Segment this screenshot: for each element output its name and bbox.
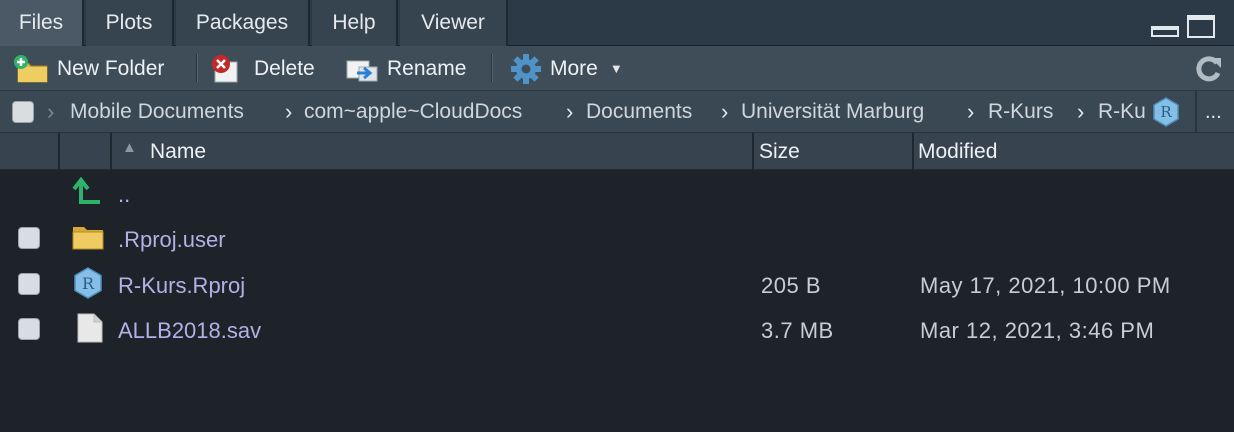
dropdown-caret-icon: ▼	[609, 61, 623, 76]
files-toolbar: New Folder Delete Rename More ▼	[0, 46, 1234, 91]
gear-icon	[511, 53, 541, 84]
row-checkbox[interactable]	[18, 273, 40, 295]
chevron-right-icon: ›	[967, 99, 975, 124]
tab-packages-label: Packages	[195, 11, 289, 34]
chevron-right-icon: ›	[721, 99, 729, 124]
folder-icon	[72, 227, 104, 250]
breadcrumb-item[interactable]: Documents	[586, 91, 692, 133]
breadcrumb-item[interactable]: Universität Marburg	[741, 91, 924, 133]
tab-plots[interactable]: Plots	[86, 0, 174, 46]
toolbar-divider	[1195, 91, 1197, 133]
tab-files[interactable]: Files	[0, 0, 84, 46]
file-size: 3.7 MB	[761, 318, 834, 343]
file-name-link[interactable]: .Rproj.user	[118, 227, 226, 253]
header-icon-column	[60, 133, 112, 170]
column-header-name[interactable]: Name	[150, 133, 206, 170]
breadcrumb-overflow-button[interactable]: ...	[1205, 91, 1222, 133]
svg-text:R: R	[82, 274, 95, 293]
column-header-modified[interactable]: Modified	[918, 133, 997, 170]
file-size: 205 B	[761, 273, 821, 298]
refresh-icon[interactable]	[1193, 54, 1225, 84]
select-all-checkbox[interactable]	[12, 101, 34, 123]
toolbar-divider	[491, 54, 493, 82]
new-folder-label: New Folder	[57, 56, 165, 80]
sort-ascending-icon: ▲	[122, 139, 137, 156]
file-name-link[interactable]: ..	[118, 182, 130, 208]
pane-tabbar: Files Plots Packages Help Viewer	[0, 0, 1234, 46]
delete-icon	[212, 54, 238, 82]
file-modified-date: Mar 12, 2021, 3:46 PM	[920, 318, 1155, 343]
row-checkbox[interactable]	[18, 227, 40, 249]
breadcrumb-item[interactable]: R-Kurs	[988, 91, 1053, 133]
rproject-icon: R	[1153, 97, 1179, 127]
header-name-column[interactable]: ▲	[112, 133, 754, 170]
file-name-link[interactable]: R-Kurs.Rproj	[118, 273, 245, 299]
delete-label: Delete	[254, 56, 315, 80]
chevron-right-icon: ›	[1077, 99, 1085, 124]
toolbar-divider	[196, 54, 198, 82]
tab-viewer-label: Viewer	[421, 11, 485, 34]
tab-help-label: Help	[332, 11, 376, 34]
breadcrumb-item[interactable]: com~apple~CloudDocs	[304, 91, 522, 133]
maximize-pane-icon[interactable]	[1186, 14, 1218, 40]
tab-files-label: Files	[18, 11, 64, 34]
tab-packages[interactable]: Packages	[176, 0, 310, 46]
rename-icon	[346, 60, 378, 81]
row-checkbox[interactable]	[18, 318, 40, 340]
new-folder-icon	[14, 54, 48, 82]
chevron-right-icon: ›	[47, 99, 55, 124]
more-label: More	[550, 56, 598, 80]
rproject-icon: R	[74, 267, 102, 299]
file-name-link[interactable]: ALLB2018.sav	[118, 318, 261, 344]
rename-label: Rename	[387, 56, 467, 80]
breadcrumb-item-current[interactable]: R-Ku	[1098, 91, 1156, 133]
delete-button[interactable]: Delete	[209, 46, 315, 91]
minimize-pane-icon[interactable]	[1150, 14, 1182, 38]
header-checkbox-column	[0, 133, 60, 170]
tab-plots-label: Plots	[105, 11, 153, 34]
file-list-header: ▲ Name Size Modified	[0, 133, 1234, 170]
new-folder-button[interactable]: New Folder	[12, 46, 164, 91]
chevron-right-icon: ›	[566, 99, 574, 124]
go-up-arrow-icon	[72, 176, 100, 204]
column-header-size[interactable]: Size	[759, 133, 800, 170]
tab-help[interactable]: Help	[312, 0, 398, 46]
svg-text:R: R	[1160, 103, 1172, 121]
rename-button[interactable]: Rename	[345, 46, 466, 91]
generic-file-icon	[77, 313, 103, 343]
breadcrumb-item[interactable]: Mobile Documents	[70, 91, 244, 133]
more-menu-button[interactable]: More ▼	[510, 46, 623, 91]
breadcrumb: › Mobile Documents › com~apple~CloudDocs…	[0, 91, 1234, 133]
file-modified-date: May 17, 2021, 10:00 PM	[920, 273, 1171, 298]
chevron-right-icon: ›	[285, 99, 293, 124]
tab-viewer[interactable]: Viewer	[400, 0, 508, 46]
